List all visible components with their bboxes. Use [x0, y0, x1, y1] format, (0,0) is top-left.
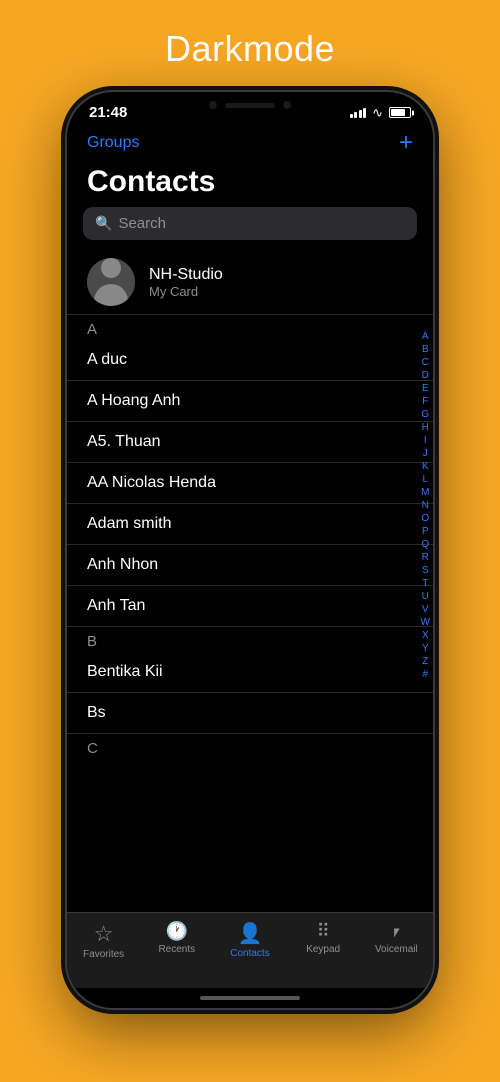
- alpha-p[interactable]: P: [422, 525, 429, 538]
- list-item[interactable]: A Hoang Anh: [67, 381, 433, 422]
- recents-label: Recents: [158, 944, 195, 955]
- favorites-icon: ☆: [94, 921, 114, 947]
- contacts-icon: 👤: [238, 921, 263, 946]
- signal-bar-1: [350, 114, 353, 118]
- contacts-heading: Contacts: [67, 163, 433, 207]
- search-icon: 🔍: [95, 215, 112, 232]
- alpha-y[interactable]: Y: [422, 642, 429, 655]
- contacts-label: Contacts: [230, 948, 269, 959]
- tab-contacts[interactable]: 👤 Contacts: [220, 921, 280, 959]
- tab-recents[interactable]: 🕐 Recents: [147, 921, 207, 955]
- alpha-o[interactable]: O: [421, 512, 429, 525]
- voicemail-label: Voicemail: [375, 944, 418, 955]
- alpha-d[interactable]: D: [422, 369, 429, 382]
- status-time: 21:48: [89, 104, 127, 121]
- search-input[interactable]: Search: [118, 215, 166, 232]
- alpha-b[interactable]: B: [422, 343, 429, 356]
- alpha-a[interactable]: A: [422, 330, 429, 343]
- tab-voicemail[interactable]: ⎖ Voicemail: [366, 921, 426, 955]
- alpha-i[interactable]: I: [424, 434, 427, 447]
- alpha-l[interactable]: L: [422, 473, 428, 486]
- notch-dot-left: [209, 101, 217, 109]
- battery-icon: [389, 107, 411, 118]
- alpha-n[interactable]: N: [422, 499, 429, 512]
- list-item[interactable]: A duc: [67, 340, 433, 381]
- signal-bar-3: [359, 110, 362, 118]
- alpha-k[interactable]: K: [422, 460, 429, 473]
- alpha-z[interactable]: Z: [422, 655, 428, 668]
- alpha-j[interactable]: J: [423, 447, 428, 460]
- nav-header: Groups +: [67, 125, 433, 163]
- alpha-c[interactable]: C: [422, 356, 429, 369]
- signal-bars: [350, 108, 367, 118]
- alpha-f[interactable]: F: [422, 395, 428, 408]
- my-card-name: NH-Studio: [149, 266, 223, 284]
- home-bar: [200, 996, 300, 1000]
- add-contact-button[interactable]: +: [399, 129, 413, 157]
- alpha-m[interactable]: M: [421, 486, 429, 499]
- battery-fill: [391, 109, 405, 116]
- alpha-s[interactable]: S: [422, 564, 429, 577]
- alphabet-index[interactable]: A B C D E F G H I J K L M N O P Q: [421, 330, 430, 681]
- recents-icon: 🕐: [166, 921, 188, 942]
- favorites-label: Favorites: [83, 949, 124, 960]
- search-bar[interactable]: 🔍 Search: [83, 207, 417, 240]
- phone-screen: 21:48 ∿ Groups +: [67, 92, 433, 1008]
- alpha-hash[interactable]: #: [422, 668, 428, 681]
- alpha-q[interactable]: Q: [421, 538, 429, 551]
- notch-dot-right: [283, 101, 291, 109]
- my-card-row[interactable]: NH-Studio My Card: [67, 250, 433, 315]
- list-item[interactable]: A5. Thuan: [67, 422, 433, 463]
- list-item[interactable]: AA Nicolas Henda: [67, 463, 433, 504]
- groups-button[interactable]: Groups: [87, 134, 139, 152]
- notch-speaker: [225, 103, 275, 108]
- keypad-icon: ⠿: [317, 921, 330, 942]
- signal-bar-4: [363, 108, 366, 118]
- keypad-label: Keypad: [306, 944, 340, 955]
- alpha-t[interactable]: T: [422, 577, 428, 590]
- tab-favorites[interactable]: ☆ Favorites: [74, 921, 134, 960]
- avatar-silhouette: [87, 258, 135, 306]
- alpha-x[interactable]: X: [422, 629, 429, 642]
- section-header-b: B: [67, 627, 433, 652]
- avatar: [87, 258, 135, 306]
- home-indicator: [67, 988, 433, 1008]
- list-item[interactable]: Anh Tan: [67, 586, 433, 627]
- alpha-u[interactable]: U: [422, 590, 429, 603]
- tab-keypad[interactable]: ⠿ Keypad: [293, 921, 353, 955]
- section-header-c: C: [67, 734, 433, 759]
- list-item[interactable]: Bs: [67, 693, 433, 734]
- tab-bar: ☆ Favorites 🕐 Recents 👤 Contacts ⠿ Keypa…: [67, 912, 433, 988]
- status-icons: ∿: [350, 105, 411, 121]
- list-item[interactable]: Bentika Kii: [67, 652, 433, 693]
- section-header-a: A: [67, 315, 433, 340]
- voicemail-icon: ⎖: [389, 921, 403, 942]
- alpha-w[interactable]: W: [421, 616, 430, 629]
- phone-wrapper: 21:48 ∿ Groups +: [65, 90, 435, 1010]
- list-item[interactable]: Anh Nhon: [67, 545, 433, 586]
- alpha-r[interactable]: R: [422, 551, 429, 564]
- alpha-e[interactable]: E: [422, 382, 429, 395]
- phone-frame: 21:48 ∿ Groups +: [65, 90, 435, 1010]
- avatar-body: [94, 284, 128, 306]
- contacts-page-title: Contacts: [87, 165, 215, 198]
- list-item[interactable]: Adam smith: [67, 504, 433, 545]
- alpha-g[interactable]: G: [421, 408, 429, 421]
- notch: [185, 92, 315, 118]
- alpha-h[interactable]: H: [422, 421, 429, 434]
- page-title: Darkmode: [165, 28, 335, 70]
- my-card-info: NH-Studio My Card: [149, 266, 223, 299]
- contacts-scroll[interactable]: NH-Studio My Card A A duc A Hoang Anh A5…: [67, 250, 433, 912]
- alpha-v[interactable]: V: [422, 603, 429, 616]
- signal-bar-2: [354, 112, 357, 118]
- wifi-icon: ∿: [372, 105, 383, 121]
- my-card-subtitle: My Card: [149, 284, 223, 299]
